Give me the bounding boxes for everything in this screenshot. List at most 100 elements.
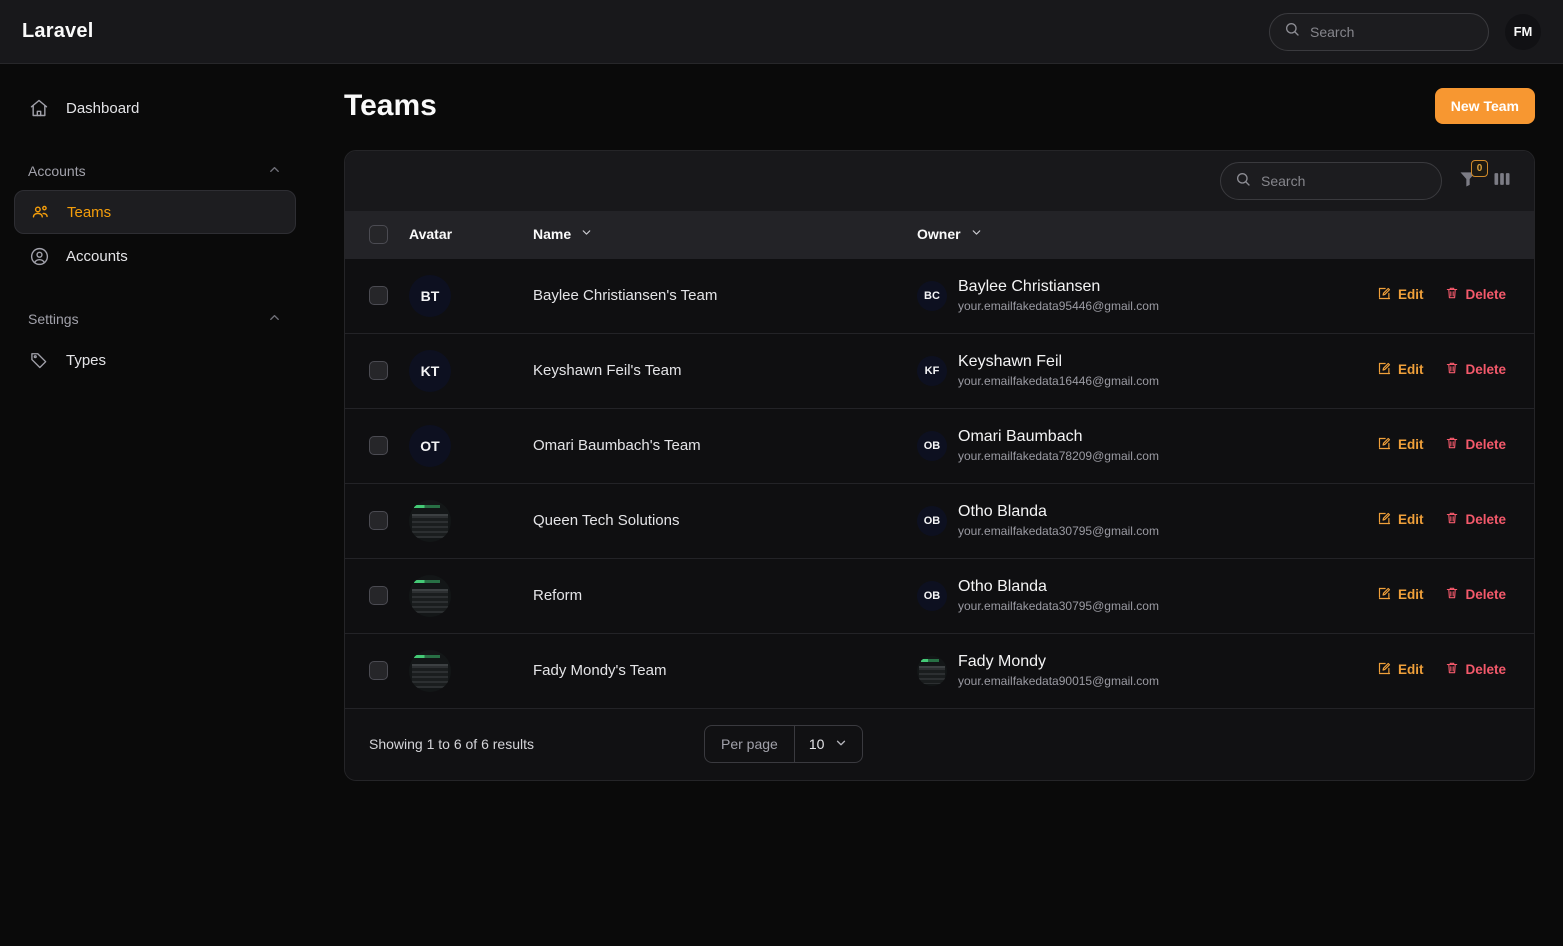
pencil-square-icon: [1377, 436, 1392, 454]
row-owner-cell: OB Omari Baumbach your.emailfakedata78209@…: [917, 408, 1344, 483]
delete-button[interactable]: Delete: [1445, 361, 1506, 378]
sidebar-group-label: Settings: [28, 311, 79, 327]
sidebar-item-accounts[interactable]: Accounts: [14, 234, 296, 278]
team-avatar: [409, 499, 451, 542]
table-row[interactable]: KT Keyshawn Feil's Team KF Keyshawn Feil you…: [345, 333, 1534, 408]
header-name[interactable]: Name: [533, 211, 917, 258]
header-owner[interactable]: Owner: [917, 211, 1344, 258]
trash-icon: [1445, 436, 1459, 453]
chevron-down-icon: [834, 736, 848, 753]
owner-avatar-image: [917, 655, 947, 686]
row-name-cell: Baylee Christiansen's Team: [533, 258, 917, 333]
table-toolbar: 0: [345, 151, 1534, 211]
filter-button[interactable]: 0: [1458, 159, 1488, 194]
team-avatar: KT: [409, 349, 451, 392]
table-search-input[interactable]: [1261, 173, 1427, 189]
row-checkbox[interactable]: [369, 511, 388, 530]
search-input[interactable]: [1310, 23, 1474, 40]
row-owner-cell: OB Otho Blanda your.emailfakedata30795@gma…: [917, 558, 1344, 633]
row-actions-cell: Edit Delete: [1344, 408, 1534, 483]
row-actions-cell: Edit Delete: [1344, 258, 1534, 333]
top-bar: Laravel FM: [0, 0, 1563, 64]
owner-avatar-initials: OB: [923, 439, 941, 452]
delete-label: Delete: [1465, 437, 1506, 452]
pencil-square-icon: [1377, 511, 1392, 529]
edit-label: Edit: [1397, 662, 1424, 677]
sidebar-group-label: Accounts: [28, 163, 86, 179]
chevron-up-icon: [267, 310, 282, 328]
row-checkbox[interactable]: [369, 586, 388, 605]
owner-email: your.emailfakedata90015@gmail.com: [958, 673, 1159, 688]
pencil-square-icon: [1377, 361, 1392, 379]
avatar-image: [409, 649, 451, 692]
table-search[interactable]: [1220, 162, 1442, 200]
delete-button[interactable]: Delete: [1445, 436, 1506, 453]
header-avatar-label: Avatar: [409, 226, 453, 243]
users-icon: [29, 201, 51, 223]
sidebar-item-teams[interactable]: Teams: [14, 190, 296, 234]
team-name: Reform: [533, 586, 583, 604]
sidebar-item-dashboard[interactable]: Dashboard: [14, 86, 296, 130]
teams-table: Avatar Name Owner BT Baylee Christiansen…: [345, 211, 1534, 708]
owner-email: your.emailfakedata30795@gmail.com: [958, 523, 1159, 538]
row-checkbox[interactable]: [369, 436, 388, 455]
team-avatar: BT: [409, 274, 451, 317]
edit-button[interactable]: Edit: [1377, 586, 1424, 604]
row-owner-cell: BC Baylee Christiansen your.emailfakedata9…: [917, 258, 1344, 333]
avatar[interactable]: FM: [1505, 13, 1541, 50]
select-all-checkbox[interactable]: [369, 224, 388, 244]
chevron-up-icon: [267, 162, 282, 180]
owner-avatar: BC: [917, 280, 947, 311]
owner-avatar: [917, 655, 947, 686]
edit-button[interactable]: Edit: [1377, 286, 1424, 304]
edit-button[interactable]: Edit: [1377, 661, 1424, 679]
row-select-cell: [345, 258, 409, 333]
pencil-square-icon: [1377, 586, 1392, 604]
table-row[interactable]: BT Baylee Christiansen's Team BC Baylee Chr…: [345, 258, 1534, 333]
delete-button[interactable]: Delete: [1445, 661, 1506, 678]
edit-label: Edit: [1397, 587, 1424, 602]
delete-label: Delete: [1465, 662, 1506, 677]
table-row[interactable]: OT Omari Baumbach's Team OB Omari Baumbach y…: [345, 408, 1534, 483]
trash-icon: [1445, 661, 1459, 678]
trash-icon: [1445, 286, 1459, 303]
table-footer: Showing 1 to 6 of 6 results Per page 10: [345, 707, 1534, 780]
sidebar-group-settings[interactable]: Settings: [14, 300, 296, 338]
sidebar-group-accounts[interactable]: Accounts: [14, 152, 296, 190]
table-row[interactable]: Reform OB Otho Blanda your.emailfakedata307…: [345, 558, 1534, 633]
row-owner-cell: KF Keyshawn Feil your.emailfakedata16446@g…: [917, 333, 1344, 408]
row-avatar-cell: BT: [409, 258, 533, 333]
global-search[interactable]: [1269, 12, 1489, 51]
table-row[interactable]: Fady Mondy's Team Fady Mondy your.emailfak…: [345, 633, 1534, 708]
edit-button[interactable]: Edit: [1377, 361, 1423, 379]
edit-label: Edit: [1397, 287, 1424, 302]
delete-button[interactable]: Delete: [1445, 286, 1506, 303]
owner-name: Keyshawn Feil: [958, 352, 1063, 370]
results-summary: Showing 1 to 6 of 6 results: [369, 736, 534, 752]
edit-button[interactable]: Edit: [1377, 511, 1423, 529]
team-name: Queen Tech Solutions: [533, 511, 680, 529]
table-body: BT Baylee Christiansen's Team BC Baylee Chr…: [345, 258, 1534, 708]
team-avatar: [409, 649, 451, 692]
per-page-selector[interactable]: Per page 10: [704, 725, 864, 763]
per-page-value-button[interactable]: 10: [795, 726, 863, 762]
owner-avatar-initials: KF: [924, 364, 940, 377]
delete-button[interactable]: Delete: [1445, 511, 1506, 528]
row-checkbox[interactable]: [369, 361, 388, 380]
page-header: Teams New Team: [344, 88, 1535, 124]
edit-button[interactable]: Edit: [1377, 436, 1423, 454]
team-name: Baylee Christiansen's Team: [533, 286, 718, 304]
owner-name: Fady Mondy: [958, 652, 1047, 670]
row-select-cell: [345, 333, 409, 408]
team-avatar-initials: BT: [420, 287, 440, 304]
delete-button[interactable]: Delete: [1445, 586, 1506, 603]
sidebar-item-types[interactable]: Types: [14, 338, 296, 382]
row-select-cell: [345, 408, 409, 483]
row-checkbox[interactable]: [369, 661, 388, 680]
columns-button[interactable]: [1492, 169, 1512, 194]
brand-logo[interactable]: Laravel: [22, 20, 93, 43]
table-row[interactable]: Queen Tech Solutions OB Otho Blanda your.em…: [345, 483, 1534, 558]
owner-avatar: OB: [917, 580, 947, 611]
row-checkbox[interactable]: [369, 286, 388, 305]
new-team-button[interactable]: New Team: [1434, 88, 1535, 124]
